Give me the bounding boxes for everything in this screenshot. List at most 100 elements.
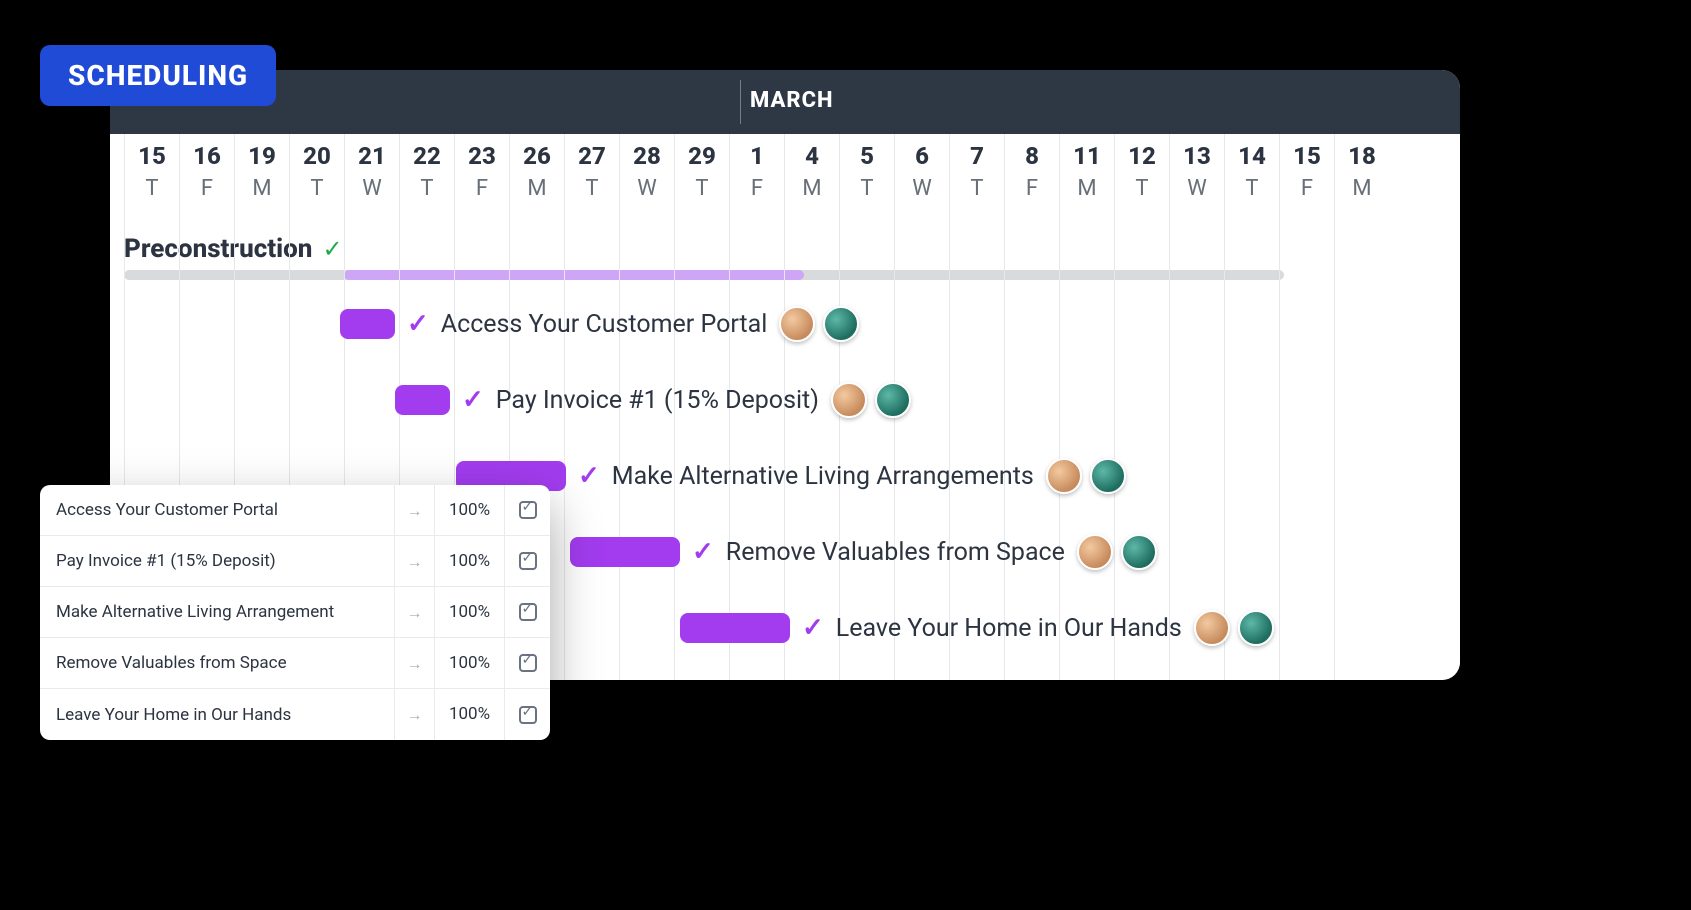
day-weekday: F [1280, 176, 1334, 201]
day-header: 7T [950, 134, 1004, 224]
day-column: 18M [1334, 134, 1389, 680]
day-weekday: T [1225, 176, 1279, 201]
day-number: 26 [510, 142, 564, 170]
arrow-right-icon[interactable]: → [394, 587, 434, 637]
day-header: 6W [895, 134, 949, 224]
day-number: 20 [290, 142, 344, 170]
panel-percent: 100% [434, 536, 504, 586]
panel-checkbox[interactable] [504, 536, 550, 586]
task-label: Access Your Customer Portal [441, 310, 768, 339]
day-number: 14 [1225, 142, 1279, 170]
task-avatars [1194, 610, 1274, 646]
avatar[interactable] [1046, 458, 1082, 494]
day-number: 27 [565, 142, 619, 170]
day-number: 23 [455, 142, 509, 170]
panel-row[interactable]: Leave Your Home in Our Hands→100% [40, 689, 550, 740]
task-label: Leave Your Home in Our Hands [836, 614, 1182, 643]
gantt-task-row[interactable]: ✓ Pay Invoice #1 (15% Deposit) [395, 382, 911, 418]
day-header: 8F [1005, 134, 1059, 224]
gantt-task-row[interactable]: ✓ Remove Valuables from Space [570, 534, 1157, 570]
checkbox-checked-icon [519, 603, 537, 621]
avatar[interactable] [823, 306, 859, 342]
task-label: Pay Invoice #1 (15% Deposit) [496, 386, 819, 415]
day-number: 18 [1335, 142, 1389, 170]
month-label: MARCH [750, 88, 833, 113]
check-icon: ✓ [692, 537, 714, 567]
gantt-task-row[interactable]: ✓Make Alternative Living Arrangements [456, 458, 1126, 494]
day-weekday: M [510, 176, 564, 201]
panel-checkbox[interactable] [504, 587, 550, 637]
avatar[interactable] [1194, 610, 1230, 646]
scheduling-badge: SCHEDULING [40, 45, 276, 106]
day-number: 15 [1280, 142, 1334, 170]
panel-checkbox[interactable] [504, 638, 550, 688]
panel-task-name: Leave Your Home in Our Hands [40, 705, 394, 725]
avatar[interactable] [1077, 534, 1113, 570]
day-weekday: W [1170, 176, 1224, 201]
arrow-right-icon[interactable]: → [394, 638, 434, 688]
day-weekday: T [675, 176, 729, 201]
day-number: 22 [400, 142, 454, 170]
day-header: 5T [840, 134, 894, 224]
arrow-right-icon[interactable]: → [394, 485, 434, 535]
task-avatars [1046, 458, 1126, 494]
day-number: 6 [895, 142, 949, 170]
day-weekday: F [180, 176, 234, 201]
day-number: 8 [1005, 142, 1059, 170]
task-bar[interactable] [395, 385, 450, 415]
day-number: 5 [840, 142, 894, 170]
day-number: 12 [1115, 142, 1169, 170]
panel-row[interactable]: Access Your Customer Portal→100% [40, 485, 550, 536]
day-header: 15T [125, 134, 179, 224]
panel-checkbox[interactable] [504, 485, 550, 535]
checkbox-checked-icon [519, 552, 537, 570]
day-weekday: T [1115, 176, 1169, 201]
task-bar[interactable] [340, 309, 395, 339]
avatar[interactable] [1090, 458, 1126, 494]
panel-checkbox[interactable] [504, 689, 550, 740]
panel-task-name: Pay Invoice #1 (15% Deposit) [40, 551, 394, 571]
check-icon: ✓ [462, 385, 484, 415]
day-weekday: W [345, 176, 399, 201]
avatar[interactable] [1121, 534, 1157, 570]
day-header: 1F [730, 134, 784, 224]
avatar[interactable] [779, 306, 815, 342]
day-header: 20T [290, 134, 344, 224]
checkbox-checked-icon [519, 654, 537, 672]
day-header: 21W [345, 134, 399, 224]
day-header: 18M [1335, 134, 1389, 224]
task-avatars [831, 382, 911, 418]
avatar[interactable] [1238, 610, 1274, 646]
task-bar[interactable] [570, 537, 680, 567]
task-bar[interactable] [680, 613, 790, 643]
panel-percent: 100% [434, 587, 504, 637]
arrow-right-icon[interactable]: → [394, 536, 434, 586]
day-header: 11M [1060, 134, 1114, 224]
checkbox-checked-icon [519, 706, 537, 724]
day-header: 13W [1170, 134, 1224, 224]
day-column: 14 T [1224, 134, 1279, 680]
gantt-task-row[interactable]: ✓Leave Your Home in Our Hands [680, 610, 1274, 646]
task-progress-panel: Access Your Customer Portal→100%Pay Invo… [40, 485, 550, 740]
day-header: 22T [400, 134, 454, 224]
check-icon: ✓ [578, 461, 600, 491]
task-label: Remove Valuables from Space [726, 538, 1065, 567]
panel-task-name: Make Alternative Living Arrangement [40, 602, 394, 622]
avatar[interactable] [875, 382, 911, 418]
avatar[interactable] [831, 382, 867, 418]
panel-row[interactable]: Pay Invoice #1 (15% Deposit)→100% [40, 536, 550, 587]
day-weekday: F [455, 176, 509, 201]
day-column: 12 T [1114, 134, 1169, 680]
day-number: 29 [675, 142, 729, 170]
panel-row[interactable]: Make Alternative Living Arrangement→100% [40, 587, 550, 638]
day-number: 15 [125, 142, 179, 170]
day-header: 14 T [1225, 134, 1279, 224]
arrow-right-icon[interactable]: → [394, 689, 434, 740]
gantt-task-row[interactable]: ✓ Access Your Customer Portal [340, 306, 859, 342]
day-header: 26 M [510, 134, 564, 224]
day-weekday: W [620, 176, 674, 201]
day-number: 1 [730, 142, 784, 170]
panel-row[interactable]: Remove Valuables from Space→100% [40, 638, 550, 689]
day-weekday: M [235, 176, 289, 201]
check-icon: ✓ [407, 309, 429, 339]
